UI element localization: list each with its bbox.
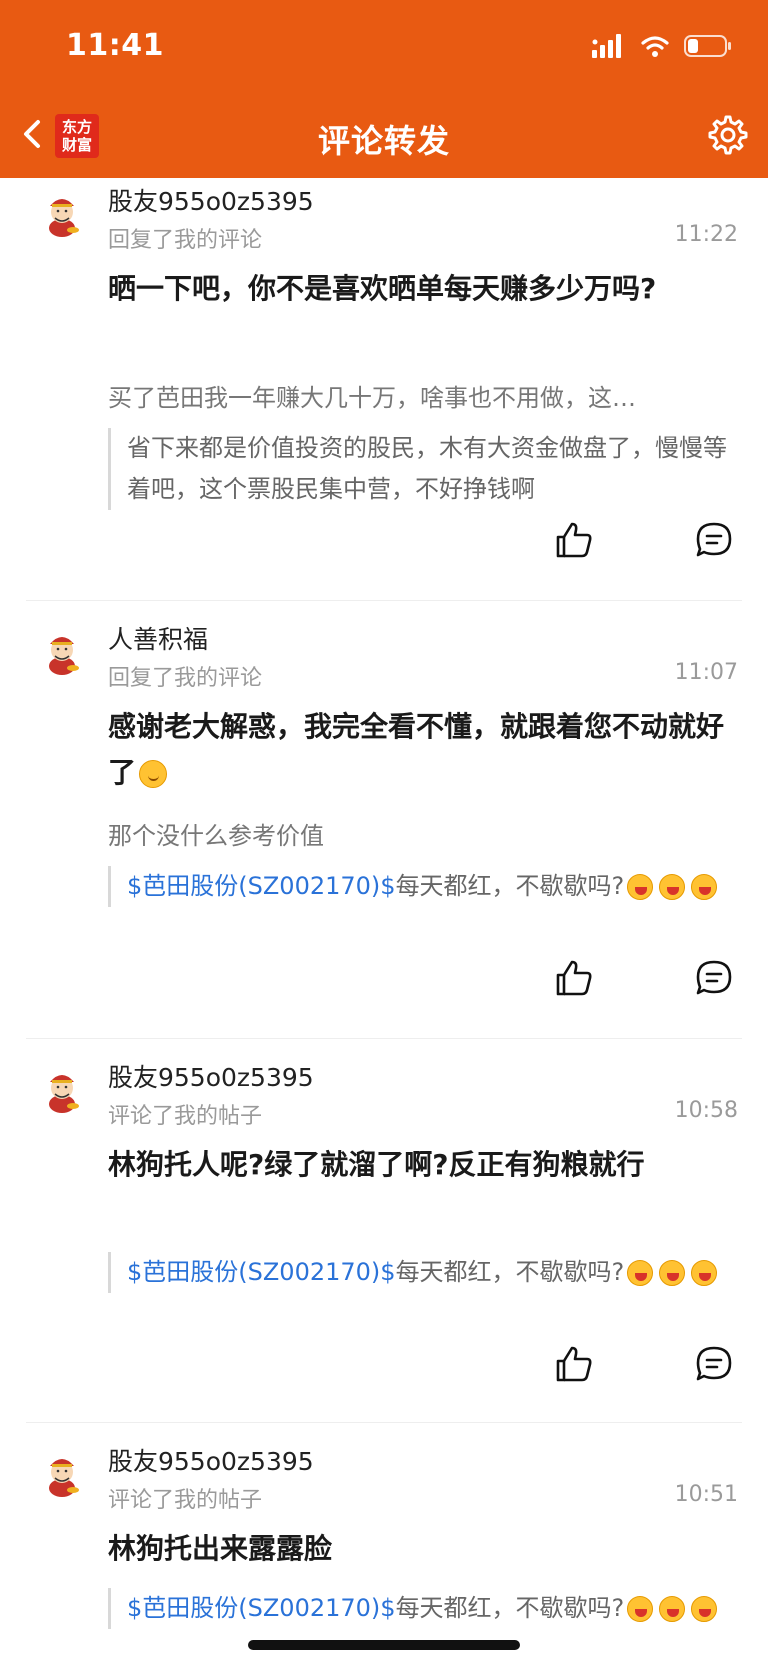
comment-button[interactable] (694, 520, 734, 560)
timestamp: 10:51 (674, 1482, 738, 1507)
quote-text: 每天都红，不歇歇吗? (395, 1594, 625, 1622)
stock-link[interactable]: $芭田股份(SZ002170)$ (127, 872, 396, 900)
status-icons (592, 34, 732, 58)
quote-text: 省下来都是价值投资的股民，木有大资金做盘了，慢慢等着吧，这个票股民集中营，不好挣… (127, 434, 727, 503)
comment-icon (696, 1346, 732, 1381)
top-bar: 11:41 东方 财富 评论转发 (0, 0, 768, 178)
home-indicator[interactable] (248, 1640, 520, 1650)
avatar[interactable] (38, 628, 86, 676)
username[interactable]: 人善积福 (108, 620, 208, 656)
thumbs-up-icon (556, 1346, 592, 1382)
reply-content[interactable]: 林狗托人呢?绿了就溜了啊?反正有狗粮就行 (108, 1142, 728, 1188)
divider (26, 1422, 742, 1423)
comment-icon (696, 522, 732, 557)
laugh-emoji-icon (659, 1260, 686, 1286)
laugh-emoji-icon (659, 1596, 686, 1622)
timestamp: 10:58 (674, 1098, 738, 1123)
laugh-emoji-icon (691, 1596, 718, 1622)
avatar[interactable] (38, 190, 86, 238)
laugh-emoji-icon (691, 1260, 718, 1286)
my-comment-text[interactable]: 那个没什么参考价值 (108, 816, 720, 851)
action-text: 评论了我的帖子 (108, 1488, 263, 1513)
smile-emoji-icon (139, 760, 168, 788)
quote-text: 每天都红，不歇歇吗? (395, 1258, 625, 1286)
quoted-post[interactable]: $芭田股份(SZ002170)$每天都红，不歇歇吗? (108, 866, 728, 907)
timestamp: 11:07 (674, 660, 738, 685)
comment-icon (696, 960, 732, 995)
reply-content[interactable]: 林狗托出来露露脸 (108, 1526, 728, 1572)
settings-button[interactable] (704, 112, 748, 156)
quoted-post[interactable]: $芭田股份(SZ002170)$每天都红，不歇歇吗? (108, 1588, 728, 1629)
reply-text: 感谢老大解惑，我完全看不懂，就跟着您不动就好了 (108, 710, 725, 789)
like-button[interactable] (554, 1344, 594, 1384)
stock-link[interactable]: $芭田股份(SZ002170)$ (127, 1594, 396, 1622)
like-button[interactable] (554, 958, 594, 998)
laugh-emoji-icon (627, 874, 654, 900)
signal-icon (592, 34, 621, 58)
action-text: 回复了我的评论 (108, 228, 263, 253)
wifi-icon (641, 36, 669, 57)
divider (26, 600, 742, 601)
username[interactable]: 股友955o0z5395 (108, 182, 314, 218)
my-comment-text[interactable]: 买了芭田我一年赚大几十万，啥事也不用做，这… (108, 378, 720, 413)
quoted-post[interactable]: $芭田股份(SZ002170)$每天都红，不歇歇吗? (108, 1252, 728, 1293)
action-text: 评论了我的帖子 (108, 1104, 263, 1129)
divider (26, 1038, 742, 1039)
thumbs-up-icon (556, 960, 592, 996)
action-text: 回复了我的评论 (108, 666, 263, 691)
quoted-post[interactable]: 省下来都是价值投资的股民，木有大资金做盘了，慢慢等着吧，这个票股民集中营，不好挣… (108, 428, 728, 510)
nav-bar: 东方 财富 评论转发 (0, 100, 768, 170)
stock-link[interactable]: $芭田股份(SZ002170)$ (127, 1258, 396, 1286)
quote-text: 每天都红，不歇歇吗? (395, 872, 625, 900)
comment-button[interactable] (694, 1344, 734, 1384)
battery-icon (684, 35, 731, 57)
like-button[interactable] (554, 520, 594, 560)
laugh-emoji-icon (627, 1260, 654, 1286)
reply-content[interactable]: 感谢老大解惑，我完全看不懂，就跟着您不动就好了 (108, 704, 728, 796)
timestamp: 11:22 (674, 222, 738, 247)
username[interactable]: 股友955o0z5395 (108, 1442, 314, 1478)
username[interactable]: 股友955o0z5395 (108, 1058, 314, 1094)
status-time: 11:41 (66, 28, 164, 63)
comment-button[interactable] (694, 958, 734, 998)
laugh-emoji-icon (691, 874, 718, 900)
avatar[interactable] (38, 1066, 86, 1114)
page-title: 评论转发 (317, 122, 450, 160)
thumbs-up-icon (556, 522, 592, 558)
laugh-emoji-icon (627, 1596, 654, 1622)
gear-icon (708, 115, 748, 155)
reply-content[interactable]: 晒一下吧，你不是喜欢晒单每天赚多少万吗? (108, 266, 728, 312)
avatar[interactable] (38, 1450, 86, 1498)
laugh-emoji-icon (659, 874, 686, 900)
